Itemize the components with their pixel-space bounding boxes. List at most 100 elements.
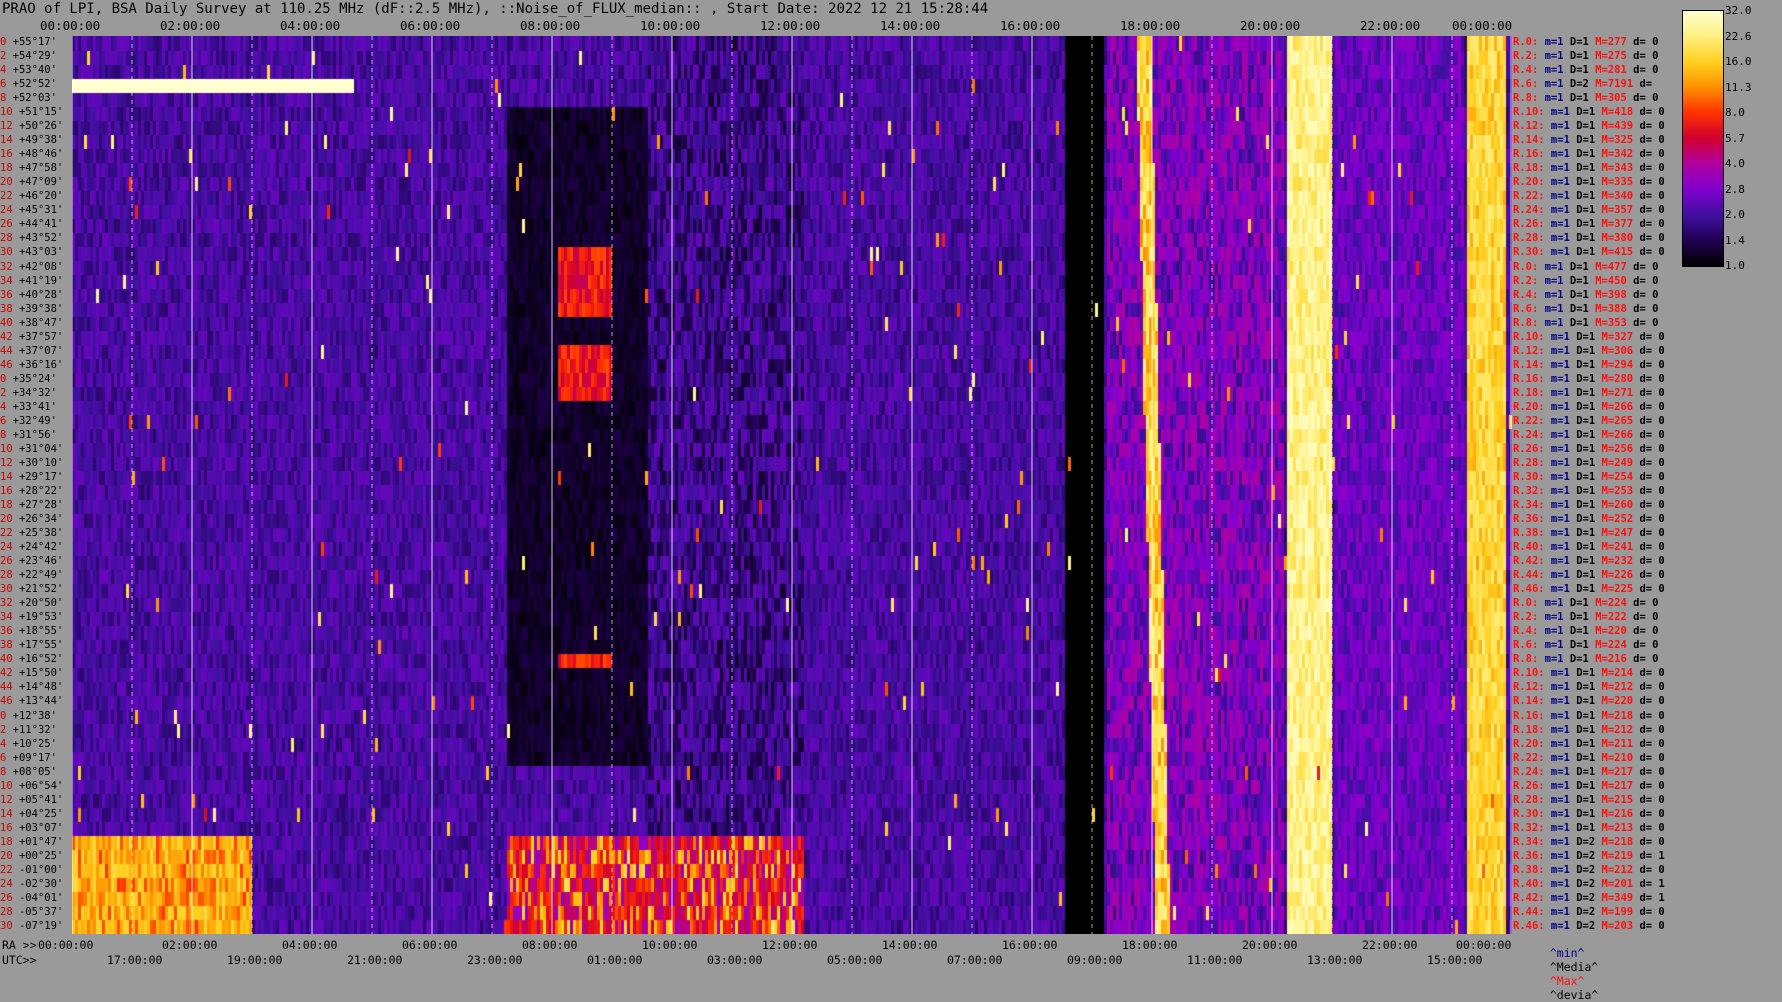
row-index: 16 [0, 821, 13, 834]
utc-tick-label: 01:00:00 [587, 953, 643, 967]
row-index: 14 [0, 134, 13, 147]
row-label: 42 +15°50' [0, 667, 63, 679]
stat-row: R.18: m=1 D=1 M=212 d= 0 [1513, 723, 1665, 736]
ra-tick-label: 16:00:00 [1002, 938, 1058, 952]
top-tick-label: 02:00:00 [160, 18, 221, 33]
row-label: 22 +25°38' [0, 527, 63, 539]
stat-row: R.24: m=1 D=1 M=217 d= 0 [1513, 765, 1665, 778]
top-tick-label: 16:00:00 [1000, 18, 1061, 33]
row-index: 0 [0, 36, 7, 48]
row-index: 16 [0, 148, 13, 161]
stat-row: R.22: m=1 D=1 M=340 d= 0 [1513, 190, 1665, 203]
row-label: 28 +43°52' [0, 232, 63, 244]
row-index: 10 [0, 106, 13, 119]
row-label: 8 +31°56' [0, 429, 57, 441]
row-index: 34 [0, 274, 13, 287]
stat-row: R.6: m=1 D=1 M=388 d= 0 [1513, 302, 1659, 315]
row-label: 40 +16°52' [0, 653, 63, 665]
row-label: 38 +39°38' [0, 303, 63, 315]
stat-row: R.32: m=1 D=1 M=253 d= 0 [1513, 485, 1665, 497]
stat-row: R.6: m=1 D=1 M=224 d= 0 [1513, 639, 1659, 652]
row-declination: +48°46' [18, 148, 64, 161]
row-label: 16 +03°07' [0, 822, 63, 834]
row-declination: +44°41' [18, 218, 64, 231]
colorbar-tick-label: 5.7 [1725, 131, 1745, 145]
row-index: 14 [0, 807, 13, 820]
stat-row: R.14: m=1 D=1 M=325 d= 0 [1513, 134, 1665, 147]
row-index: 18 [0, 835, 13, 848]
row-index: 40 [0, 653, 13, 666]
row-declination: +13°44' [18, 695, 64, 708]
row-index: 26 [0, 891, 13, 904]
row-label: 36 +18°55' [0, 625, 63, 637]
row-label: 4 +53°40' [0, 64, 57, 76]
stats-legend: ^min^ ^Media^ ^Max^ ^devia^ [1536, 932, 1598, 1002]
row-declination: +20°50' [18, 597, 64, 610]
gridlines [72, 36, 1512, 934]
utc-tick-label: 11:00:00 [1187, 953, 1243, 967]
stat-row: R.32: m=1 D=1 M=213 d= 0 [1513, 821, 1665, 834]
row-declination: -01°00' [18, 863, 64, 876]
stat-row: R.12: m=1 D=1 M=306 d= 0 [1513, 344, 1665, 357]
stat-row: R.10: m=1 D=1 M=214 d= 0 [1513, 667, 1665, 680]
ra-tick-label: 00:00:00 [1456, 938, 1512, 952]
ra-tick-label: 22:00:00 [1362, 938, 1418, 952]
row-index: 20 [0, 176, 13, 189]
ra-prefix: RA >> [2, 938, 37, 952]
stat-row: R.16: m=1 D=1 M=280 d= 0 [1513, 372, 1665, 385]
stat-row: R.36: m=1 D=1 M=252 d= 0 [1513, 513, 1665, 526]
stat-row: R.12: m=1 D=1 M=439 d= 0 [1513, 120, 1665, 133]
row-index: 28 [0, 569, 13, 582]
row-declination: +38°47' [18, 316, 64, 329]
row-declination: +36°16' [18, 358, 64, 371]
row-declination: +43°03' [18, 246, 64, 259]
row-index: 6 [0, 414, 7, 427]
row-declination: +43°52' [18, 232, 64, 245]
row-index: 8 [0, 428, 7, 441]
stat-row: R.28: m=1 D=1 M=249 d= 0 [1513, 456, 1665, 469]
row-declination: +12°38' [12, 709, 57, 722]
stat-row: R.30: m=1 D=1 M=415 d= 0 [1513, 246, 1665, 259]
row-label: 2 +34°32' [0, 387, 57, 399]
row-label: 18 +01°47' [0, 836, 63, 848]
row-declination: +41°19' [18, 274, 64, 287]
row-label: 16 +48°46' [0, 148, 63, 160]
stat-row: R.26: m=1 D=1 M=256 d= 0 [1513, 442, 1665, 455]
chart-title: PRAO of LPI, BSA Daily Survey at 110.25 … [2, 1, 989, 17]
stat-row: R.8: m=1 D=1 M=353 d= 0 [1513, 316, 1659, 329]
row-declination: -04°01' [18, 891, 64, 904]
row-declination: +31°56' [12, 428, 57, 441]
stat-row: R.20: m=1 D=1 M=335 d= 0 [1513, 176, 1665, 189]
stat-row: R.38: m=1 D=1 M=247 d= 0 [1513, 527, 1665, 540]
stat-row: R.36: m=1 D=2 M=219 d= 1 [1513, 849, 1665, 862]
row-label: 32 +42°08' [0, 261, 63, 273]
row-declination: -02°30' [18, 877, 64, 890]
row-declination: +55°17' [12, 36, 57, 48]
row-label: 30 -07°19' [0, 920, 63, 932]
row-index: 2 [0, 50, 7, 63]
row-declination: +05°41' [18, 793, 64, 806]
row-index: 0 [0, 372, 7, 385]
row-label: 0 +55°17' [0, 36, 57, 48]
legend-dev: ^devia^ [1549, 988, 1599, 1002]
row-declination: +19°53' [18, 611, 64, 624]
stat-row: R.2: m=1 D=1 M=450 d= 0 [1513, 274, 1659, 287]
row-declination: +33°41' [12, 400, 57, 413]
row-declination: +22°49' [18, 569, 64, 582]
row-index: 32 [0, 597, 13, 610]
row-index: 44 [0, 344, 13, 357]
row-declination: +15°50' [18, 667, 64, 680]
legend-max: ^Max^ [1549, 974, 1585, 988]
row-index: 12 [0, 456, 13, 469]
row-index: 30 [0, 246, 13, 259]
stat-row: R.28: m=1 D=1 M=215 d= 0 [1513, 793, 1665, 806]
stat-row: R.22: m=1 D=1 M=265 d= 0 [1513, 414, 1665, 427]
row-label: 20 +26°34' [0, 513, 63, 525]
row-label: 12 +05°41' [0, 794, 63, 806]
row-index: 24 [0, 204, 13, 217]
row-index: 12 [0, 120, 13, 133]
row-declination: +17°55' [18, 639, 64, 652]
top-tick-label: 04:00:00 [280, 18, 341, 33]
top-tick-label: 06:00:00 [400, 18, 461, 33]
utc-tick-label: 23:00:00 [467, 953, 523, 967]
